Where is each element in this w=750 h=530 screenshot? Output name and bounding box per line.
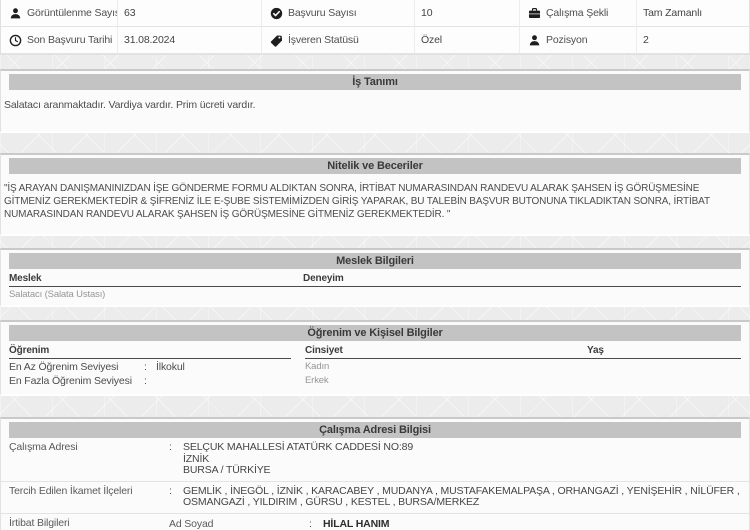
work-type-value: Tam Zamanlı xyxy=(637,0,749,27)
stats-table: Görüntülenme Sayısı 63 Başvuru Sayısı 10… xyxy=(0,0,750,55)
section-education: Öğrenim ve Kişisel Bilgiler Öğrenim En A… xyxy=(0,320,750,396)
employer-status-label-cell: İşveren Statüsü xyxy=(262,27,415,54)
views-count-label-cell: Görüntülenme Sayısı xyxy=(1,0,118,27)
work-address-label: Çalışma Adresi xyxy=(9,442,169,477)
education-col-ogrenim: Öğrenim xyxy=(9,345,291,359)
education-gender-1: Kadın xyxy=(305,359,741,373)
preferred-districts-row: Tercih Edilen İkamet İlçeleri : GEMLİK ,… xyxy=(1,481,749,513)
education-max-label: En Fazla Öğrenim Seviyesi xyxy=(9,375,144,387)
user-icon xyxy=(9,7,22,20)
colon: : xyxy=(144,361,156,373)
clock-icon xyxy=(9,34,22,47)
employer-status-label: İşveren Statüsü xyxy=(288,34,359,46)
contact-info-label: İrtibat Bilgileri xyxy=(9,518,169,530)
education-gender-2: Erkek xyxy=(305,373,741,387)
work-type-label: Çalışma Şekli xyxy=(546,7,608,19)
profession-col-deneyim: Deneyim xyxy=(303,273,344,284)
preferred-districts-label: Tercih Edilen İkamet İlçeleri xyxy=(9,486,169,509)
profession-col-meslek: Meslek xyxy=(9,273,303,284)
qualifications-body: "İŞ ARAYAN DANIŞMANINIZDAN İŞE GÖNDERME … xyxy=(1,174,749,234)
education-min-label: En Az Öğrenim Seviyesi xyxy=(9,361,144,373)
education-min-value: İlkokul xyxy=(156,361,185,373)
contact-table: Ad Soyad : HİLAL HANIM Ünvan : YETKİLİ T… xyxy=(169,518,741,530)
deadline-value: 31.08.2024 xyxy=(118,27,262,54)
section-job-description: İş Tanımı Salatacı aranmaktadır. Vardiya… xyxy=(0,69,750,133)
user-icon xyxy=(528,34,541,47)
section-address: Çalışma Adresi Bilgisi Çalışma Adresi : … xyxy=(0,417,750,530)
education-table: Öğrenim En Az Öğrenim Seviyesi : İlkokul… xyxy=(1,341,749,394)
position-label: Pozisyon xyxy=(546,34,587,46)
tag-icon xyxy=(270,34,283,47)
preferred-districts-value: GEMLİK , İNEGÖL , İZNİK , KARACABEY , MU… xyxy=(183,486,741,509)
work-address-line: BURSA / TÜRKİYE xyxy=(183,465,741,477)
applications-count-label-cell: Başvuru Sayısı xyxy=(262,0,415,27)
job-description-title: İş Tanımı xyxy=(9,74,741,90)
profession-title: Meslek Bilgileri xyxy=(9,253,741,269)
position-label-cell: Pozisyon xyxy=(520,27,637,54)
employer-status-value: Özel xyxy=(415,27,520,54)
views-count-value: 63 xyxy=(118,0,262,27)
profession-row: Salatacı (Salata Ustası) xyxy=(9,287,741,300)
deadline-label: Son Başvuru Tarihi xyxy=(27,34,112,46)
work-address-line: SELÇUK MAHALLESİ ATATÜRK CADDESİ NO:89 xyxy=(183,442,741,454)
colon: : xyxy=(144,375,156,387)
education-col-yas: Yaş xyxy=(587,345,604,356)
qualifications-title: Nitelik ve Beceriler xyxy=(9,158,741,174)
briefcase-icon xyxy=(528,7,541,20)
work-type-label-cell: Çalışma Şekli xyxy=(520,0,637,27)
applications-count-label: Başvuru Sayısı xyxy=(288,7,357,19)
address-title: Çalışma Adresi Bilgisi xyxy=(9,422,741,438)
education-min-row: En Az Öğrenim Seviyesi : İlkokul xyxy=(9,359,291,373)
colon: : xyxy=(169,486,183,509)
profession-row-meslek: Salatacı (Salata Ustası) xyxy=(9,289,105,300)
education-col-cinsiyet: Cinsiyet xyxy=(305,345,587,356)
applications-count-value: 10 xyxy=(415,0,520,27)
work-address-value: SELÇUK MAHALLESİ ATATÜRK CADDESİ NO:89 İ… xyxy=(183,442,741,477)
deadline-label-cell: Son Başvuru Tarihi xyxy=(1,27,118,54)
contact-row-name: Ad Soyad : HİLAL HANIM xyxy=(169,518,741,530)
education-max-row: En Fazla Öğrenim Seviyesi : xyxy=(9,373,291,387)
section-profession: Meslek Bilgileri Meslek Deneyim Salatacı… xyxy=(0,248,750,307)
profession-table: Meslek Deneyim Salatacı (Salata Ustası) xyxy=(1,269,749,305)
contact-name-label: Ad Soyad xyxy=(169,518,309,530)
education-title: Öğrenim ve Kişisel Bilgiler xyxy=(9,325,741,341)
colon: : xyxy=(309,518,323,530)
colon: : xyxy=(169,442,183,477)
job-description-body: Salatacı aranmaktadır. Vardiya vardır. P… xyxy=(1,90,749,131)
contact-name-value: HİLAL HANIM xyxy=(323,518,741,530)
contact-info-row: İrtibat Bilgileri Ad Soyad : HİLAL HANIM… xyxy=(1,513,749,530)
check-circle-icon xyxy=(270,7,283,20)
views-count-label: Görüntülenme Sayısı xyxy=(27,7,118,19)
section-qualifications: Nitelik ve Beceriler "İŞ ARAYAN DANIŞMAN… xyxy=(0,153,750,236)
position-value: 2 xyxy=(637,27,749,54)
work-address-row: Çalışma Adresi : SELÇUK MAHALLESİ ATATÜR… xyxy=(1,438,749,481)
